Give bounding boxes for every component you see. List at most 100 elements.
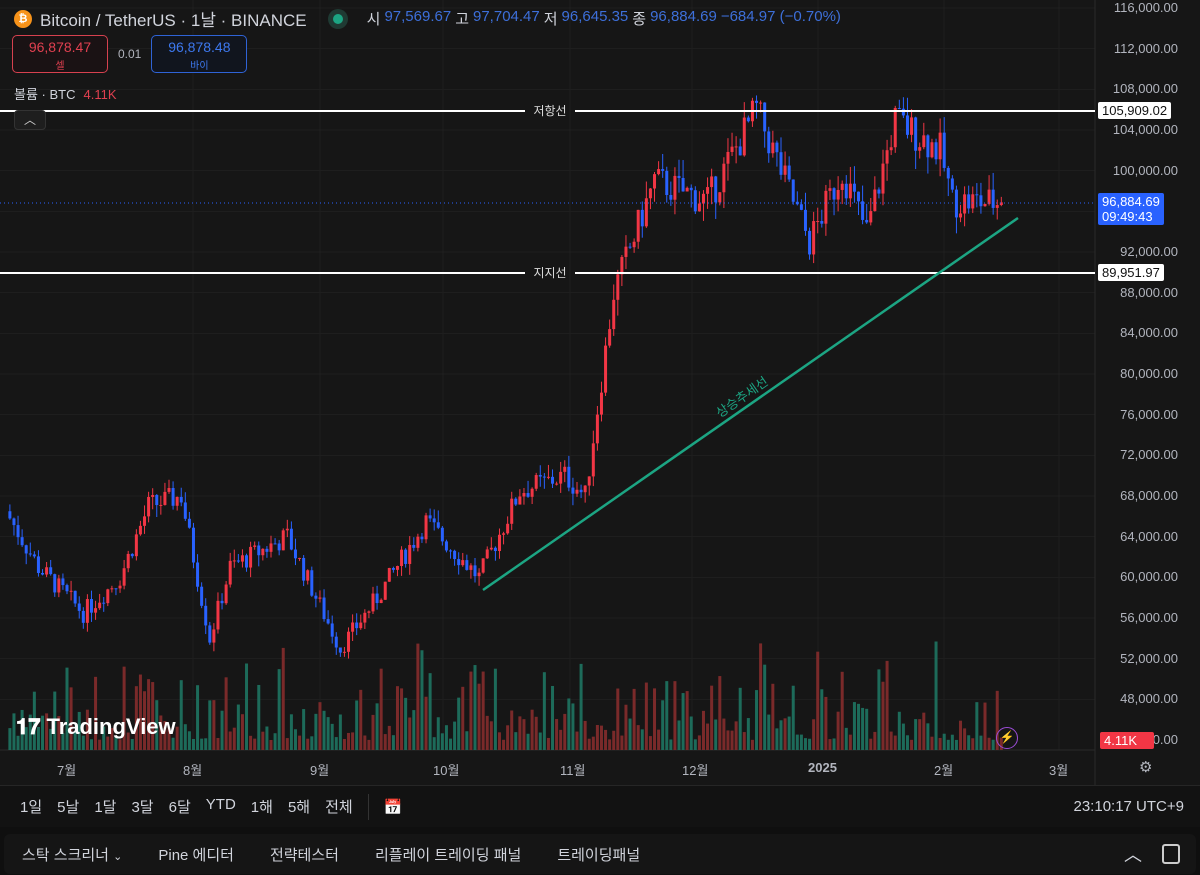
time-tick: 7월 [57, 763, 77, 778]
range-button[interactable]: 3달 [131, 796, 153, 817]
candle-body [636, 209, 640, 242]
candle-body [330, 623, 334, 637]
candle-body [791, 179, 795, 202]
candle-body [624, 246, 628, 257]
sell-button[interactable]: 96,878.47 셀 [12, 35, 108, 73]
change-value: −684.97 (−0.70%) [720, 8, 841, 25]
tab-stock-screener[interactable]: 스탁 스크리너 ⌄ [22, 844, 122, 865]
volume-bar [293, 729, 297, 750]
candle-body [628, 246, 632, 248]
candle-body [979, 195, 983, 207]
candle-body [253, 545, 257, 547]
price-chart[interactable]: 저항선 지지선 상승추세선 [0, 0, 1200, 785]
candle-body [163, 491, 167, 505]
candle-body [444, 541, 448, 551]
candle-body [697, 203, 701, 212]
volume-bar [236, 704, 240, 750]
volume-bar [387, 725, 391, 750]
chart-canvas[interactable]: 저항선지지선상승추세선 [0, 0, 1200, 785]
volume-bar [551, 685, 555, 750]
candle-body [987, 189, 991, 204]
volume-bar [901, 723, 905, 750]
volume-bar [559, 729, 563, 750]
volume-bar [791, 685, 795, 750]
range-button[interactable]: 1일 [20, 796, 42, 817]
candle-body [322, 597, 326, 620]
price-tick: 64,000.00 [1120, 528, 1178, 544]
candle-body [257, 545, 261, 556]
candle-body [461, 560, 465, 566]
candle-body [914, 117, 918, 151]
time-tick: 3월 [1049, 763, 1069, 778]
candle-body [224, 584, 228, 604]
volume-bar [555, 719, 559, 750]
candle-body [530, 488, 534, 497]
candle-body [289, 528, 293, 550]
range-button[interactable]: YTD [206, 796, 236, 817]
candle-body [808, 230, 812, 255]
range-button[interactable]: 1해 [251, 796, 273, 817]
volume-bar [98, 739, 102, 750]
candle-body [175, 496, 179, 506]
range-button[interactable]: 6달 [169, 796, 191, 817]
range-button[interactable]: 전체 [325, 796, 353, 817]
candle-body [151, 494, 155, 497]
volume-bar [289, 714, 293, 750]
volume-bar [334, 737, 338, 750]
volume-bar [991, 739, 995, 750]
volume-bar [261, 731, 265, 750]
collapse-legend-button[interactable]: ︿ [14, 110, 46, 130]
candle-body [77, 603, 81, 611]
volume-tag: 4.11K [1100, 732, 1154, 749]
candle-body [138, 525, 142, 535]
spread: 0.01 [118, 47, 142, 61]
candle-body [502, 533, 506, 535]
candle-body [485, 549, 489, 559]
volume-bar [212, 700, 216, 750]
candle-body [367, 611, 371, 613]
candle-body [742, 117, 746, 156]
volume-bar [959, 720, 963, 750]
volume-bar [950, 734, 954, 750]
price-tick: 60,000.00 [1120, 569, 1178, 585]
candle-body [306, 570, 310, 581]
candle-body [212, 629, 216, 643]
volume-bar [302, 709, 306, 750]
symbol-title[interactable]: Bitcoin / TetherUS · 1날 · BINANCE [40, 6, 307, 31]
candle-body [869, 211, 873, 223]
volume-bar [808, 738, 812, 750]
candle-body [583, 485, 587, 493]
candle-body [277, 543, 281, 551]
volume-bar [318, 702, 322, 750]
tab-replay-trading[interactable]: 리플레이 트레이딩 패널 [375, 844, 521, 865]
volume-bar [179, 680, 183, 750]
lightning-icon[interactable]: ⚡ [996, 727, 1018, 749]
candle-body [510, 498, 514, 524]
candle-body [542, 476, 546, 478]
volume-bar [799, 734, 803, 750]
range-bar: 1일 5날 1달 3달 6달 YTD 1해 5해 전체 📅 23:10:17 UTC+9 [0, 785, 1200, 827]
candle-body [938, 132, 942, 160]
range-button[interactable]: 5날 [57, 796, 79, 817]
candle-body [41, 572, 45, 575]
tab-pine-editor[interactable]: Pine 에디터 [158, 844, 234, 865]
clock[interactable]: 23:10:17 UTC+9 [1074, 798, 1185, 815]
range-button[interactable]: 5해 [288, 796, 310, 817]
settings-gear-icon[interactable]: ⚙ [1139, 758, 1152, 776]
chevron-up-icon[interactable]: ︿ [1124, 841, 1142, 867]
candle-body [677, 175, 681, 178]
goto-date-icon[interactable]: 📅 [384, 798, 403, 816]
buy-price: 96,878.48 [168, 39, 231, 55]
candle-body [632, 241, 636, 248]
tab-strategy-tester[interactable]: 전략테스터 [270, 844, 339, 865]
candle-body [200, 586, 204, 606]
buy-button[interactable]: 96,878.48 바이 [151, 35, 248, 73]
tab-trading-panel[interactable]: 트레이딩패널 [557, 844, 640, 865]
range-button[interactable]: 1달 [94, 796, 116, 817]
candle-body [412, 544, 416, 548]
candle-body [61, 578, 65, 586]
maximize-icon[interactable] [1162, 844, 1180, 864]
volume-bar [232, 727, 236, 750]
volume-legend[interactable]: 볼륨 · BTC 4.11K [14, 84, 117, 103]
candle-body [665, 170, 669, 195]
